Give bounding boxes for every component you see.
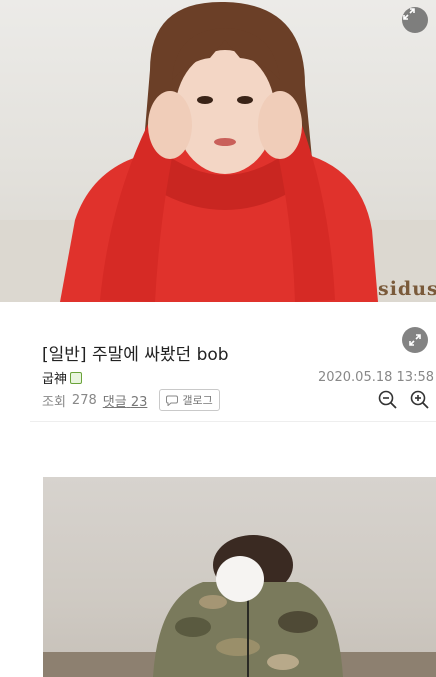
body-photo-illustration xyxy=(43,535,436,677)
expand-icon xyxy=(409,334,421,346)
watermark-logo: sidus xyxy=(378,278,436,300)
expand-image-button[interactable] xyxy=(402,7,428,33)
views-label: 조회 xyxy=(42,394,66,410)
chat-bubble-icon xyxy=(166,395,179,406)
hero-photo-illustration xyxy=(0,1,436,302)
post-date: 2020.05.18 13:58 xyxy=(317,370,434,385)
comments-label: 댓글 xyxy=(102,394,127,410)
gallog-button[interactable]: 갤로그 xyxy=(159,389,220,411)
member-badge-icon xyxy=(69,371,82,384)
hero-image: sidus xyxy=(0,0,436,302)
views-count: 278 xyxy=(71,392,97,408)
comments-link[interactable]: 댓글 23 xyxy=(103,391,148,410)
gallog-label: 갤로그 xyxy=(182,394,213,407)
zoom-in-icon[interactable] xyxy=(409,389,431,411)
header-divider xyxy=(30,421,436,422)
expand-icon xyxy=(403,8,415,20)
author-name[interactable]: 굽神 xyxy=(42,368,67,387)
post-stats: 조회 278 댓글 23 갤로그 xyxy=(42,388,220,412)
post-body-image[interactable] xyxy=(43,477,436,677)
expand-post-button[interactable] xyxy=(402,327,428,353)
zoom-out-icon[interactable] xyxy=(377,389,399,411)
author-info: 굽神 xyxy=(42,368,82,387)
comments-count: 23 xyxy=(130,394,148,410)
post-title[interactable]: [일반] 주말에 싸봤던 bob xyxy=(42,340,229,365)
